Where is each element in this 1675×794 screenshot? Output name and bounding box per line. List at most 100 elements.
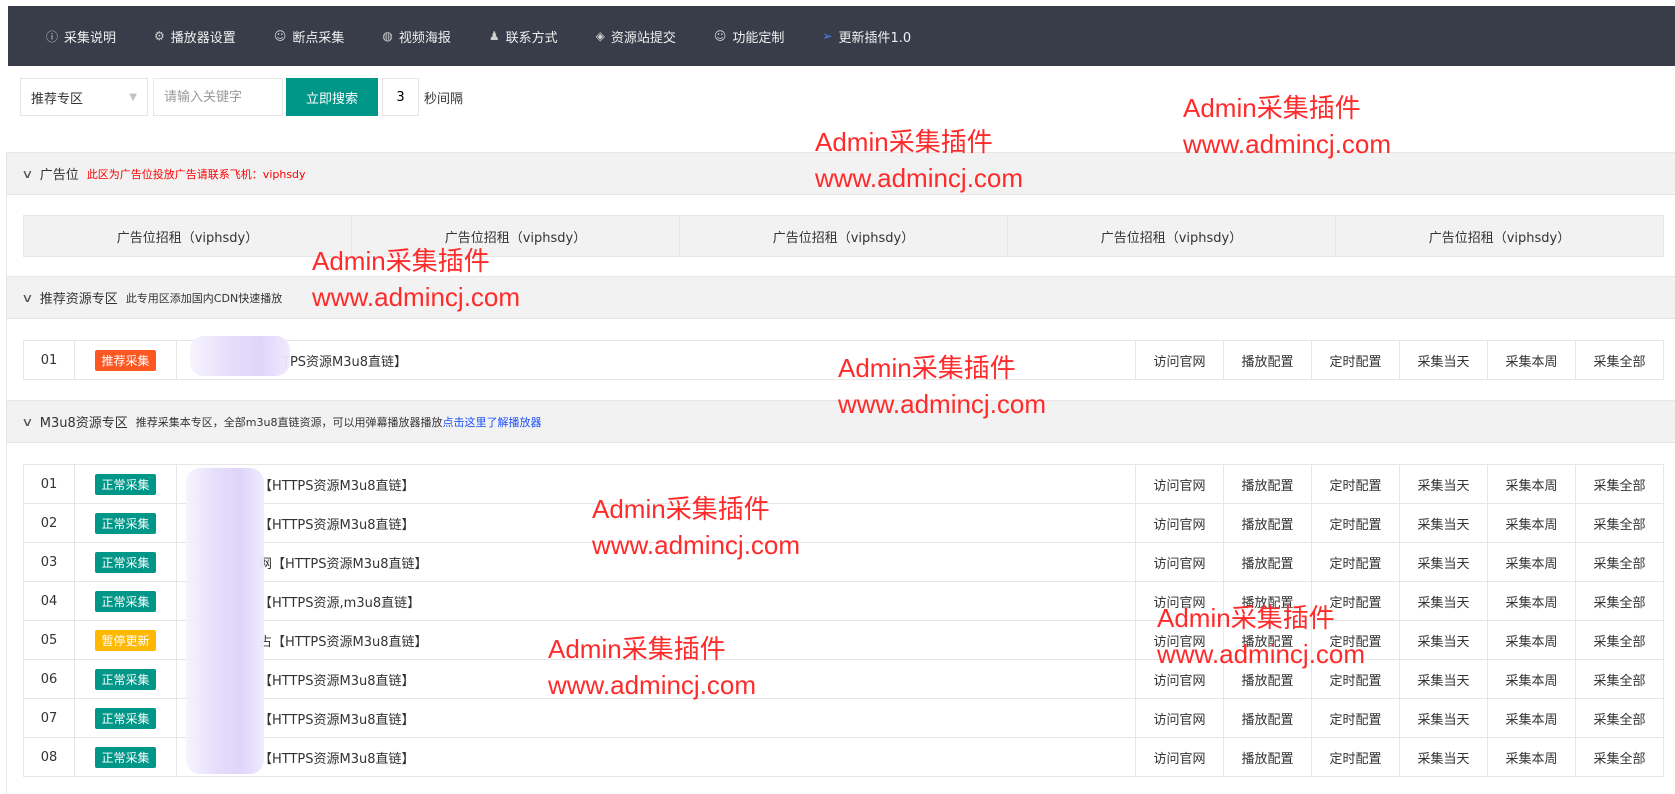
action-button-3[interactable]: 采集当天 (1399, 659, 1488, 699)
resource-name-text: 网【HTTPS资源M3u8直链】 (259, 556, 428, 572)
nav-item-7[interactable]: ➢ 更新插件1.0 (822, 27, 911, 46)
watermark-line: www.admincj.com (815, 163, 1024, 193)
status-badge: 正常采集 (95, 668, 156, 690)
nav-item-3[interactable]: ◍ 视频海报 (382, 27, 451, 46)
action-button-4[interactable]: 采集本周 (1487, 340, 1576, 380)
nav-item-4[interactable]: ♟ 联系方式 (489, 27, 558, 46)
section-desc: 推荐采集本专区，全部m3u8直链资源，可以用弹幕播放器播放 (135, 415, 443, 429)
action-button-2[interactable]: 定时配置 (1311, 698, 1400, 738)
search-button[interactable]: 立即搜索 (286, 78, 378, 116)
redacted-blur (186, 468, 264, 774)
face-icon: ☺ (273, 29, 287, 43)
watermark-line: www.admincj.com (838, 389, 1047, 419)
row-number: 03 (23, 542, 75, 582)
action-button-0[interactable]: 访问官网 (1135, 737, 1224, 777)
nav-item-6[interactable]: ☺ 功能定制 (714, 27, 785, 46)
caret-down-icon: ▼ (129, 91, 137, 103)
resource-name[interactable]: 【HTTPS资源,m3u8直链】 (176, 581, 1136, 621)
action-button-1[interactable]: 播放配置 (1223, 340, 1312, 380)
action-button-5[interactable]: 采集全部 (1575, 659, 1664, 699)
action-button-5[interactable]: 采集全部 (1575, 340, 1664, 380)
nav-item-0[interactable]: ⓘ 采集说明 (46, 27, 116, 46)
action-button-3[interactable]: 采集当天 (1399, 464, 1488, 504)
m3u8-table: 01 正常采集 【HTTPS资源M3u8直链】 访问官网 播放配置 定时配置 采集当天 采集本… (23, 464, 1664, 777)
action-button-4[interactable]: 采集本周 (1487, 659, 1576, 699)
section-title: M3u8资源专区 (39, 416, 128, 431)
watermark-line: www.admincj.com (312, 282, 521, 312)
action-button-3[interactable]: 采集当天 (1399, 581, 1488, 621)
status-badge: 推荐采集 (95, 349, 156, 371)
action-button-5[interactable]: 采集全部 (1575, 620, 1664, 660)
action-button-5[interactable]: 采集全部 (1575, 542, 1664, 582)
action-button-3[interactable]: 采集当天 (1399, 737, 1488, 777)
section-desc: 此专用区添加国内CDN快速播放 (125, 291, 283, 305)
action-button-2[interactable]: 定时配置 (1311, 503, 1400, 543)
recommend-section-header[interactable]: ∨ 推荐资源专区 此专用区添加国内CDN快速播放 (7, 276, 1675, 319)
action-button-3[interactable]: 采集当天 (1399, 620, 1488, 660)
ad-slot[interactable]: 广告位招租（viphsdy） (1007, 215, 1336, 257)
action-button-1[interactable]: 播放配置 (1223, 698, 1312, 738)
action-button-2[interactable]: 定时配置 (1311, 737, 1400, 777)
action-button-0[interactable]: 访问官网 (1135, 340, 1224, 380)
interval-input[interactable] (382, 78, 419, 116)
action-button-0[interactable]: 访问官网 (1135, 542, 1224, 582)
action-button-4[interactable]: 采集本周 (1487, 581, 1576, 621)
action-button-5[interactable]: 采集全部 (1575, 503, 1664, 543)
action-button-1[interactable]: 播放配置 (1223, 464, 1312, 504)
nav-item-5[interactable]: ◈ 资源站提交 (596, 27, 676, 46)
action-button-0[interactable]: 访问官网 (1135, 698, 1224, 738)
globe-icon: ◍ (382, 29, 393, 43)
status-badge: 暂停更新 (95, 629, 156, 651)
keyword-input[interactable] (153, 78, 283, 116)
action-button-5[interactable]: 采集全部 (1575, 737, 1664, 777)
resource-name-text: 【HTTPS资源M3u8直链】 (259, 478, 415, 494)
resource-name[interactable]: 【HTTPS资源M3u8直链】 (176, 737, 1136, 777)
status-cell: 正常采集 (74, 737, 177, 777)
action-button-0[interactable]: 访问官网 (1135, 503, 1224, 543)
status-cell: 正常采集 (74, 659, 177, 699)
zone-select[interactable]: 推荐专区 ▼ (20, 78, 148, 116)
action-button-3[interactable]: 采集当天 (1399, 340, 1488, 380)
chevron-down-icon: ∨ (21, 166, 34, 181)
action-button-3[interactable]: 采集当天 (1399, 503, 1488, 543)
action-button-1[interactable]: 播放配置 (1223, 503, 1312, 543)
action-button-1[interactable]: 播放配置 (1223, 542, 1312, 582)
table-row: 01 正常采集 【HTTPS资源M3u8直链】 访问官网 播放配置 定时配置 采集当天 采集本… (23, 464, 1664, 504)
table-row: 04 正常采集 【HTTPS资源,m3u8直链】 访问官网 播放配置 定时配置 采集当天 采集… (23, 581, 1664, 621)
action-button-5[interactable]: 采集全部 (1575, 581, 1664, 621)
player-info-link[interactable]: 点击这里了解播放器 (442, 414, 541, 430)
watermark-line: Admin采集插件 (838, 353, 1016, 383)
resource-name[interactable]: 【HTTPS资源M3u8直链】 (176, 698, 1136, 738)
ad-slot[interactable]: 广告位招租（viphsdy） (679, 215, 1008, 257)
watermark-line: www.admincj.com (548, 670, 757, 700)
action-button-3[interactable]: 采集当天 (1399, 542, 1488, 582)
action-button-2[interactable]: 定时配置 (1311, 464, 1400, 504)
status-badge: 正常采集 (95, 590, 156, 612)
ad-slot[interactable]: 广告位招租（viphsdy） (1335, 215, 1664, 257)
status-badge: 正常采集 (95, 551, 156, 573)
watermark-line: www.admincj.com (1183, 129, 1392, 159)
action-button-4[interactable]: 采集本周 (1487, 737, 1576, 777)
action-button-4[interactable]: 采集本周 (1487, 698, 1576, 738)
top-nav: ⓘ 采集说明 ⚙ 播放器设置 ☺ 断点采集 ◍ 视频海报 ♟ 联系方式 ◈ 资源站提交 ☺ 功能定制 ➢ 更新… (8, 6, 1675, 66)
action-button-4[interactable]: 采集本周 (1487, 620, 1576, 660)
action-button-3[interactable]: 采集当天 (1399, 698, 1488, 738)
nav-item-1[interactable]: ⚙ 播放器设置 (154, 27, 236, 46)
action-button-5[interactable]: 采集全部 (1575, 464, 1664, 504)
status-cell: 正常采集 (74, 581, 177, 621)
action-button-4[interactable]: 采集本周 (1487, 464, 1576, 504)
search-bar: 推荐专区 ▼ 立即搜索 秒间隔 (20, 78, 463, 116)
ad-slot[interactable]: 广告位招租（viphsdy） (23, 215, 352, 257)
action-button-2[interactable]: 定时配置 (1311, 340, 1400, 380)
row-number: 02 (23, 503, 75, 543)
table-row: 02 正常采集 【HTTPS资源M3u8直链】 访问官网 播放配置 定时配置 采集当天 采集本… (23, 503, 1664, 543)
row-number: 04 (23, 581, 75, 621)
table-row: 08 正常采集 【HTTPS资源M3u8直链】 访问官网 播放配置 定时配置 采集当天 采集本… (23, 737, 1664, 777)
action-button-1[interactable]: 播放配置 (1223, 737, 1312, 777)
action-button-4[interactable]: 采集本周 (1487, 503, 1576, 543)
action-button-0[interactable]: 访问官网 (1135, 464, 1224, 504)
nav-item-2[interactable]: ☺ 断点采集 (274, 27, 345, 46)
action-button-5[interactable]: 采集全部 (1575, 698, 1664, 738)
action-button-2[interactable]: 定时配置 (1311, 542, 1400, 582)
action-button-4[interactable]: 采集本周 (1487, 542, 1576, 582)
